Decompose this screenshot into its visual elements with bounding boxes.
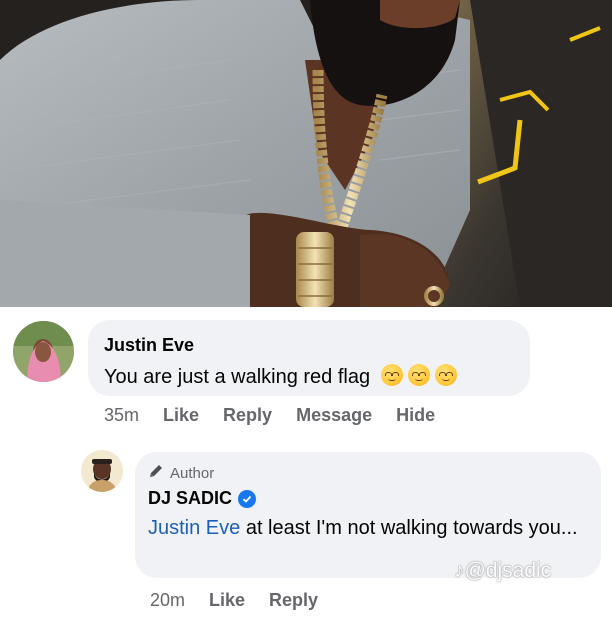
tiktok-watermark: ♪@djsadic <box>454 559 551 583</box>
author-badge-label: Author <box>170 464 215 482</box>
commenter-name[interactable]: Justin Eve <box>104 335 194 356</box>
mention-link[interactable]: Justin Eve <box>148 517 240 539</box>
reply-author-avatar[interactable] <box>81 450 123 492</box>
verified-badge-icon <box>238 489 257 508</box>
watermark-handle: @djsadic <box>464 559 552 582</box>
reply-author-name-text[interactable]: DJ SADIC <box>148 488 232 509</box>
comment-actions: 35m Like Reply Message Hide <box>104 405 435 426</box>
message-button[interactable]: Message <box>296 405 372 426</box>
reply-like-button[interactable]: Like <box>209 590 245 611</box>
reply-timestamp[interactable]: 20m <box>150 590 185 611</box>
comment-timestamp[interactable]: 35m <box>104 405 139 426</box>
reply-actions: 20m Like Reply <box>150 590 318 611</box>
post-photo[interactable] <box>0 0 612 307</box>
reply-text-body: at least I'm not walking towards you... <box>240 517 578 539</box>
like-button[interactable]: Like <box>163 405 199 426</box>
woozy-face-emoji-icon <box>407 364 430 386</box>
author-badge: Author <box>148 463 214 483</box>
commenter-avatar[interactable] <box>13 321 74 382</box>
reply-button[interactable]: Reply <box>223 405 272 426</box>
reply-reply-button[interactable]: Reply <box>269 590 318 611</box>
woozy-face-emoji-icon <box>434 364 457 386</box>
woozy-face-emoji-icon <box>380 364 403 386</box>
reply-author-name[interactable]: DJ SADIC <box>148 488 257 509</box>
reply-text: Justin Eve at least I'm not walking towa… <box>148 514 596 542</box>
comment-text-body: You are just a walking red flag <box>104 366 371 388</box>
pencil-icon <box>148 463 164 483</box>
hide-button[interactable]: Hide <box>396 405 435 426</box>
tiktok-icon: ♪ <box>454 559 465 582</box>
comment-bubble: Justin Eve You are just a walking red fl… <box>88 320 530 396</box>
comment-text: You are just a walking red flag <box>104 364 457 389</box>
